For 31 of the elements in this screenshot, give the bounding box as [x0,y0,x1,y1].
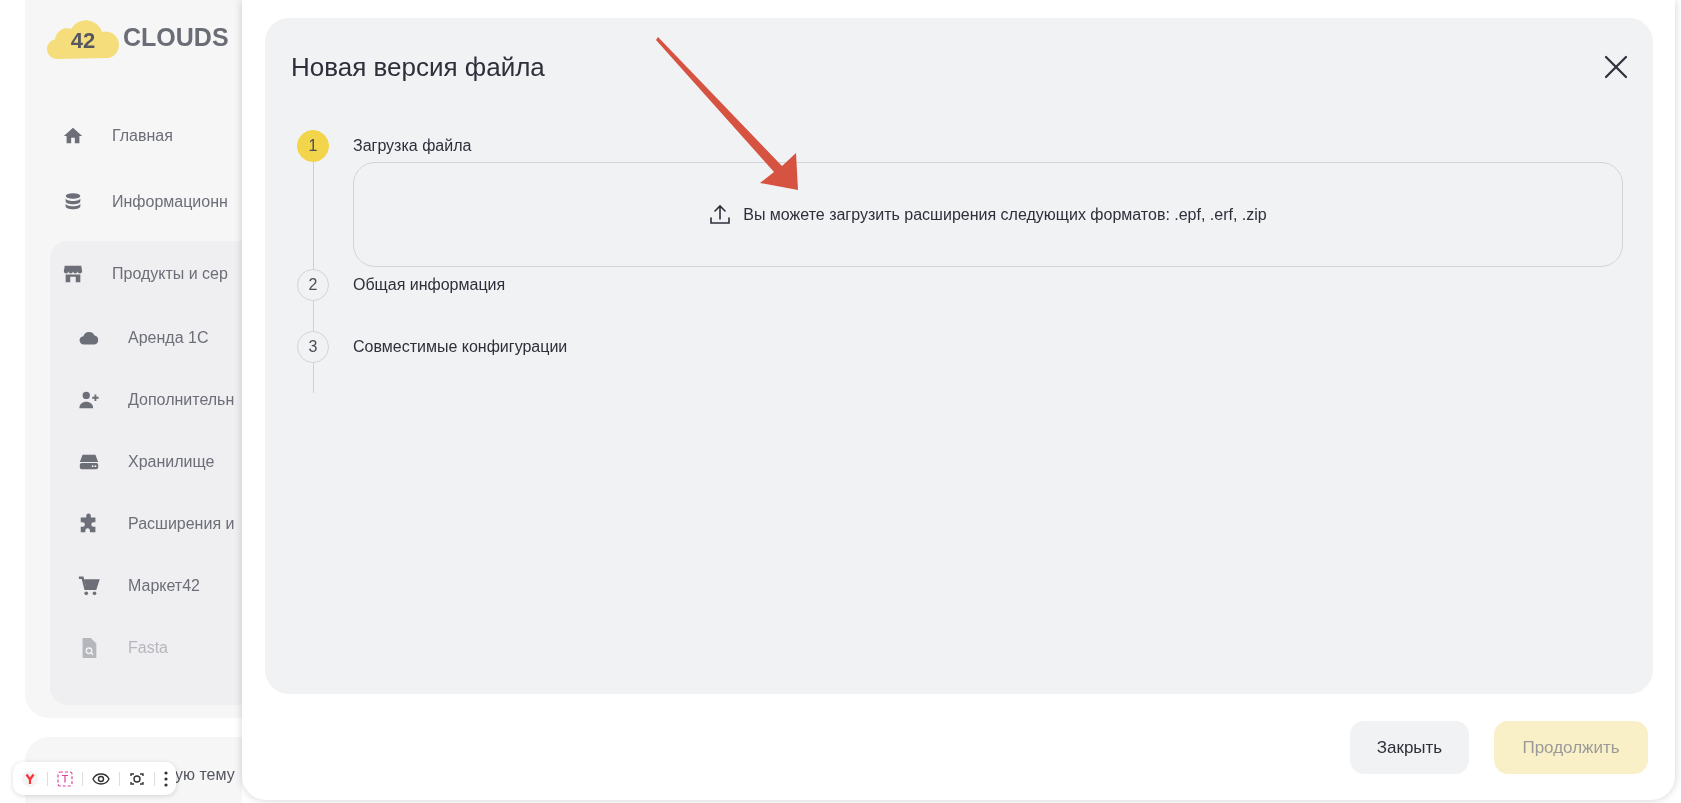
step-number: 2 [297,269,329,301]
step-number: 1 [297,130,329,162]
nav-item[interactable]: Информационн [50,169,242,235]
nav-item[interactable]: Маркет42 [50,555,242,617]
upload-area[interactable]: Вы можете загрузить расширения следующих форматов: .epf, .erf, .zip [353,162,1623,267]
step-label: Совместимые конфигурации [353,337,569,357]
nav-item[interactable]: Расширения и [50,493,242,555]
cart-icon [78,575,100,597]
step-label: Общая информация [353,275,507,295]
upload-hint: Вы можете загрузить расширения следующих форматов: .epf, .erf, .zip [743,205,1267,224]
logo-text: CLOUDS [123,22,229,52]
dialog-title: Новая версия файла [291,51,545,83]
nav-item[interactable]: Дополнительн [50,369,242,431]
nav-item[interactable]: Продукты и сер [50,241,242,307]
close-button[interactable]: Закрыть [1350,721,1469,774]
camera-icon[interactable] [128,770,145,787]
upload-icon [709,203,732,226]
nav-item[interactable]: Главная [50,103,242,169]
card-text: ую тему [175,766,235,784]
text-select-icon[interactable] [56,770,73,787]
logo-number: 42 [70,28,96,54]
close-icon[interactable] [1603,54,1629,80]
eye-icon[interactable] [91,771,110,786]
user-plus-icon [78,389,100,411]
step-number: 3 [297,331,329,363]
nav-item[interactable]: Аренда 1С [50,307,242,369]
nav-item[interactable]: Хранилище [50,431,242,493]
step-label: Загрузка файла [353,136,473,156]
store-icon [62,263,84,285]
browser-logo-icon[interactable] [21,770,38,787]
more-icon[interactable] [163,770,168,787]
